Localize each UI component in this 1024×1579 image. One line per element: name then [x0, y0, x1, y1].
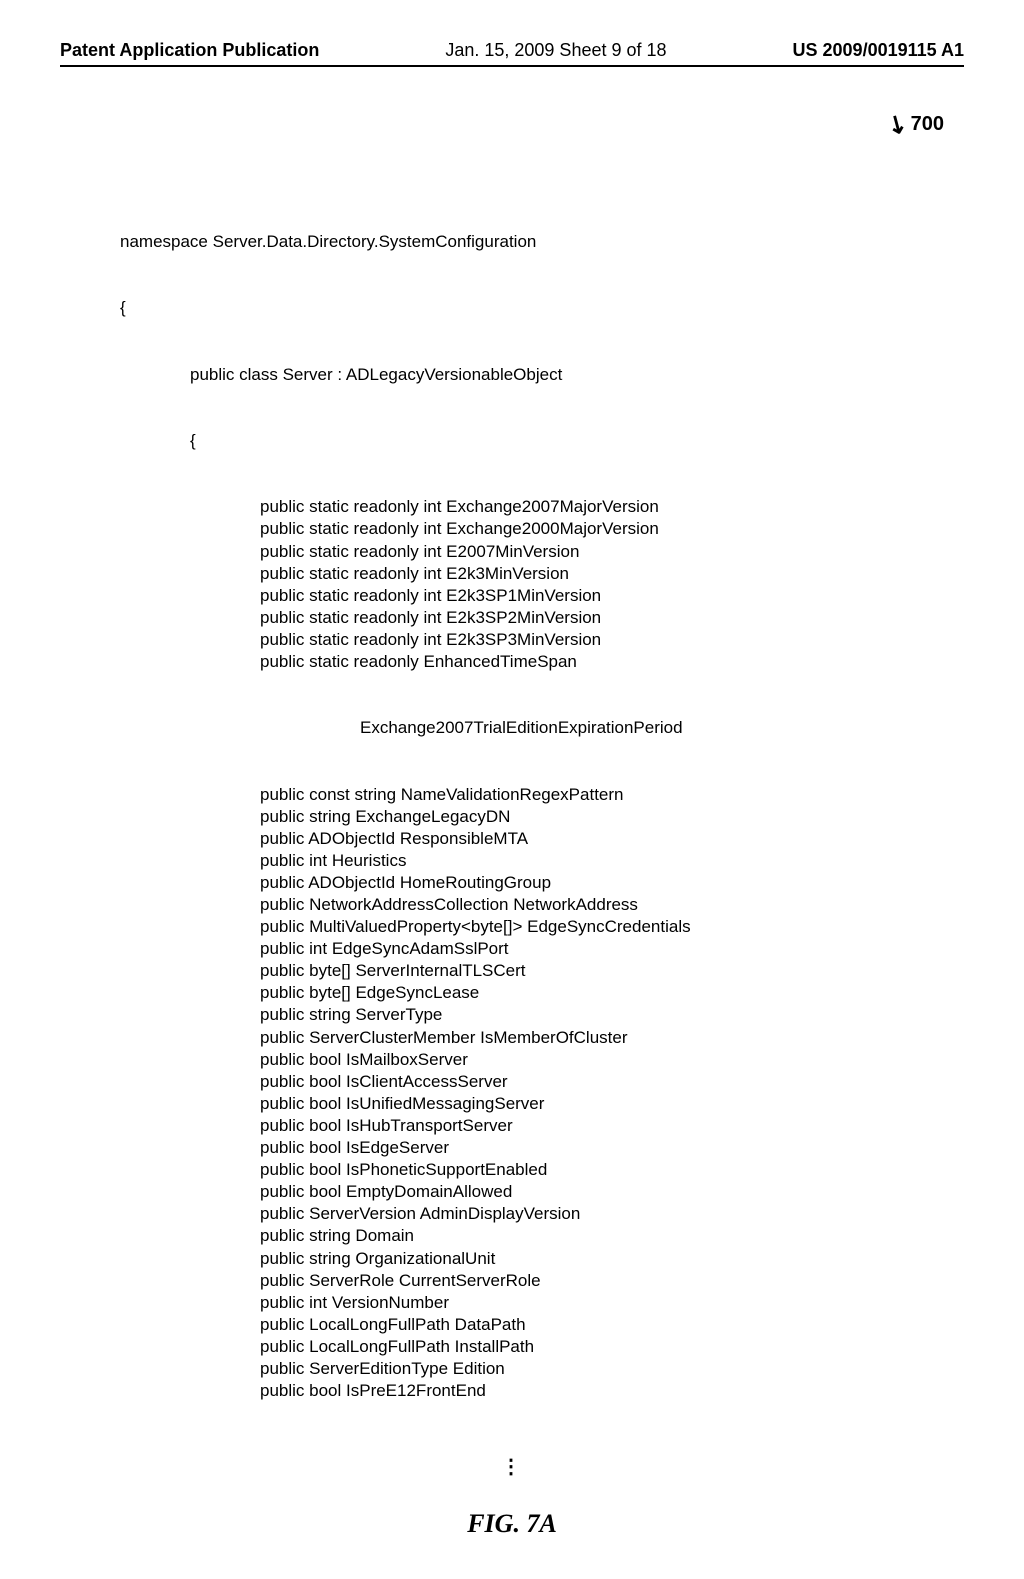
brace-open: { — [120, 297, 964, 319]
header-center: Jan. 15, 2009 Sheet 9 of 18 — [445, 40, 666, 61]
class-member: public static readonly int E2k3SP3MinVer… — [260, 629, 964, 651]
class-member: public ADObjectId HomeRoutingGroup — [260, 872, 964, 894]
namespace-declaration: namespace Server.Data.Directory.SystemCo… — [120, 231, 964, 253]
figure-label: FIG. — [467, 1509, 520, 1538]
class-member: public LocalLongFullPath InstallPath — [260, 1336, 964, 1358]
class-member: public ServerVersion AdminDisplayVersion — [260, 1203, 964, 1225]
class-member: public static readonly int Exchange2007M… — [260, 496, 964, 518]
class-member: public bool IsHubTransportServer — [260, 1115, 964, 1137]
members-list: public static readonly int Exchange2007M… — [120, 496, 964, 673]
class-member: public bool IsClientAccessServer — [260, 1071, 964, 1093]
class-member: public byte[] EdgeSyncLease — [260, 982, 964, 1004]
figure-ref-number: 700 — [911, 113, 944, 136]
class-member: public static readonly int E2k3MinVersio… — [260, 563, 964, 585]
page-container: Patent Application Publication Jan. 15, … — [0, 0, 1024, 1579]
continuation-dots: ⋮ — [60, 1454, 964, 1479]
header-left: Patent Application Publication — [60, 40, 319, 61]
class-member: public int VersionNumber — [260, 1292, 964, 1314]
class-member: public static readonly int E2007MinVersi… — [260, 541, 964, 563]
header-right: US 2009/0019115 A1 — [793, 40, 964, 61]
class-member: public bool IsPhoneticSupportEnabled — [260, 1159, 964, 1181]
class-member: public string ExchangeLegacyDN — [260, 806, 964, 828]
class-member: public static readonly int E2k3SP2MinVer… — [260, 607, 964, 629]
class-member: public bool IsPreE12FrontEnd — [260, 1380, 964, 1402]
class-member: public bool IsMailboxServer — [260, 1049, 964, 1071]
class-member: public string OrganizationalUnit — [260, 1248, 964, 1270]
class-member: public const string NameValidationRegexP… — [260, 784, 964, 806]
class-member: public ServerClusterMember IsMemberOfClu… — [260, 1027, 964, 1049]
class-member: public byte[] ServerInternalTLSCert — [260, 960, 964, 982]
class-member: public ServerEditionType Edition — [260, 1358, 964, 1380]
figure-reference: ↙ 700 — [887, 110, 944, 139]
class-member: public LocalLongFullPath DataPath — [260, 1314, 964, 1336]
code-listing: namespace Server.Data.Directory.SystemCo… — [120, 187, 964, 1446]
reference-arrow-icon: ↙ — [881, 107, 913, 142]
class-member: public MultiValuedProperty<byte[]> EdgeS… — [260, 916, 964, 938]
figure-caption: FIG. 7A — [60, 1509, 964, 1539]
class-member: public ServerRole CurrentServerRole — [260, 1270, 964, 1292]
class-member: public string ServerType — [260, 1004, 964, 1026]
class-member: public bool IsEdgeServer — [260, 1137, 964, 1159]
brace-open: { — [190, 430, 964, 452]
page-header: Patent Application Publication Jan. 15, … — [60, 40, 964, 67]
class-member: public static readonly int E2k3SP1MinVer… — [260, 585, 964, 607]
class-member: public string Domain — [260, 1225, 964, 1247]
class-member: public int EdgeSyncAdamSslPort — [260, 938, 964, 960]
continuation-member: Exchange2007TrialEditionExpirationPeriod — [360, 717, 964, 739]
class-member: public static readonly EnhancedTimeSpan — [260, 651, 964, 673]
class-member: public bool EmptyDomainAllowed — [260, 1181, 964, 1203]
members-list-2: public const string NameValidationRegexP… — [120, 784, 964, 1403]
class-declaration: public class Server : ADLegacyVersionabl… — [190, 364, 964, 386]
class-member: public NetworkAddressCollection NetworkA… — [260, 894, 964, 916]
class-member: public bool IsUnifiedMessagingServer — [260, 1093, 964, 1115]
class-member: public int Heuristics — [260, 850, 964, 872]
class-member: public static readonly int Exchange2000M… — [260, 518, 964, 540]
class-member: public ADObjectId ResponsibleMTA — [260, 828, 964, 850]
figure-number-value: 7A — [526, 1509, 556, 1538]
